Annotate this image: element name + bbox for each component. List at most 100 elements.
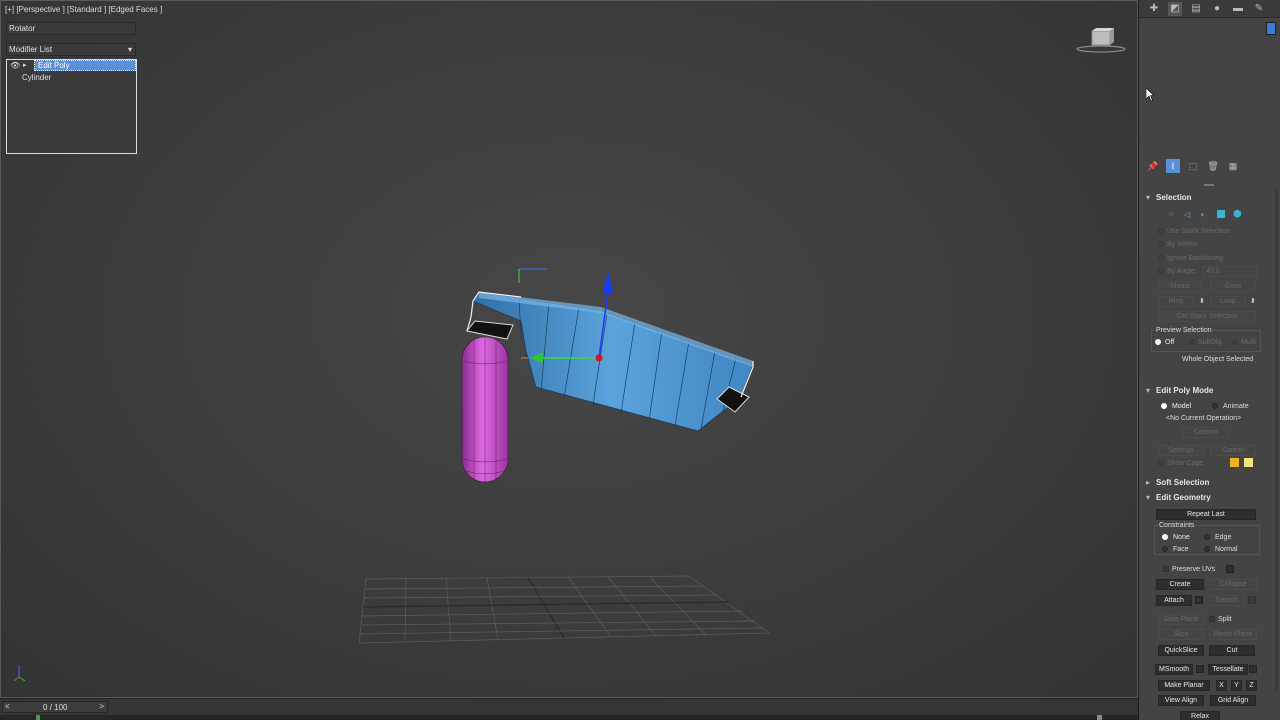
ring-button[interactable]: Ring xyxy=(1158,296,1194,307)
ring-spinner[interactable]: ⬍ xyxy=(1199,297,1205,306)
current-frame-marker[interactable] xyxy=(36,715,40,720)
constraint-face-label: Face xyxy=(1173,546,1189,553)
collapse-button[interactable]: Collapse xyxy=(1209,579,1257,590)
quickslice-button[interactable]: QuickSlice xyxy=(1158,645,1204,656)
attach-list-button[interactable] xyxy=(1195,596,1203,604)
prev-frame-button[interactable]: < xyxy=(5,702,10,711)
pin-stack-icon[interactable]: 📌 xyxy=(1146,159,1160,173)
by-angle-checkbox[interactable] xyxy=(1158,268,1164,274)
modifier-list-dropdown[interactable]: Modifier List ▾ xyxy=(6,43,136,56)
next-frame-button[interactable]: > xyxy=(99,702,104,711)
panel-divider xyxy=(1204,184,1214,186)
object-name-field[interactable]: Rotator xyxy=(6,22,136,35)
attach-button[interactable]: Attach xyxy=(1156,595,1192,606)
soft-selection-rollout-header[interactable]: ▸ Soft Selection xyxy=(1146,477,1278,489)
planar-z-button[interactable]: Z xyxy=(1246,680,1257,691)
model-radio[interactable] xyxy=(1161,403,1167,409)
view-align-button[interactable]: View Align xyxy=(1158,695,1204,706)
create-button[interactable]: Create xyxy=(1156,579,1204,590)
msmooth-settings-button[interactable] xyxy=(1196,665,1204,673)
constraint-none-radio[interactable] xyxy=(1162,534,1168,540)
detach-settings-button[interactable] xyxy=(1248,596,1256,604)
preserve-uvs-checkbox[interactable] xyxy=(1163,566,1169,572)
modifier-stack[interactable]: 👁 ▸ Edit Poly Cylinder xyxy=(6,59,137,154)
loop-spinner[interactable]: ⬍ xyxy=(1250,297,1256,306)
tessellate-button[interactable]: Tessellate xyxy=(1208,664,1248,675)
element-icon[interactable]: ⬢ xyxy=(1233,209,1242,220)
make-unique-icon[interactable]: ⬚ xyxy=(1186,159,1200,173)
stack-item-cylinder[interactable]: Cylinder xyxy=(7,72,136,84)
motion-icon[interactable]: ● xyxy=(1210,2,1224,16)
shrink-button[interactable]: Shrink xyxy=(1158,281,1202,292)
relax-button[interactable]: Relax xyxy=(1180,711,1220,720)
border-icon[interactable]: ◗ xyxy=(1200,210,1208,219)
edit-poly-mode-rollout-header[interactable]: ▾ Edit Poly Mode xyxy=(1146,385,1278,397)
eye-icon[interactable]: 👁 xyxy=(10,60,20,72)
get-stack-selection-button[interactable]: Get Stack Selection xyxy=(1158,311,1256,322)
timeline-bar: < 0 / 100 > xyxy=(0,698,1138,720)
ignore-backfacing-checkbox[interactable] xyxy=(1158,255,1164,261)
selection-rollout-header[interactable]: ▾ Selection xyxy=(1146,192,1278,204)
perspective-viewport[interactable]: [+] [Perspective ] [Standard ] [Edged Fa… xyxy=(0,0,1138,698)
by-vertex-checkbox[interactable] xyxy=(1158,241,1164,247)
rollout-title: Selection xyxy=(1156,193,1192,202)
vertex-icon[interactable]: ⁘ xyxy=(1168,210,1176,219)
panel-scrollbar[interactable] xyxy=(1275,190,1278,690)
cage-selected-color-swatch[interactable] xyxy=(1244,458,1253,467)
edit-geometry-rollout-header[interactable]: ▾ Edit Geometry xyxy=(1146,492,1278,504)
time-slider[interactable]: < 0 / 100 > xyxy=(2,701,108,713)
detach-button[interactable]: Detach xyxy=(1209,595,1245,606)
home-grid xyxy=(358,575,771,644)
cut-button[interactable]: Cut xyxy=(1209,645,1255,656)
configure-sets-icon[interactable]: ▦ xyxy=(1226,159,1240,173)
show-end-result-icon[interactable]: Ⅰ xyxy=(1166,159,1180,173)
repeat-last-button[interactable]: Repeat Last xyxy=(1156,509,1256,520)
remove-modifier-icon[interactable]: 🗑 xyxy=(1206,159,1220,173)
display-icon[interactable]: ▬ xyxy=(1231,2,1245,16)
split-checkbox[interactable] xyxy=(1209,616,1215,622)
animate-radio[interactable] xyxy=(1212,403,1218,409)
msmooth-button[interactable]: MSmooth xyxy=(1155,664,1193,675)
polygon-icon[interactable] xyxy=(1217,210,1225,218)
cage-color-swatch[interactable] xyxy=(1230,458,1239,467)
modifier-list-label: Modifier List xyxy=(9,45,53,54)
create-icon[interactable]: ✚ xyxy=(1147,2,1161,16)
grid-align-button[interactable]: Grid Align xyxy=(1210,695,1256,706)
time-track[interactable] xyxy=(0,715,1138,720)
use-stack-checkbox[interactable] xyxy=(1158,228,1164,234)
planar-x-button[interactable]: X xyxy=(1216,680,1227,691)
constraint-face-radio[interactable] xyxy=(1162,546,1168,552)
stack-item-edit-poly[interactable]: 👁 ▸ Edit Poly xyxy=(7,60,136,72)
commit-button[interactable]: Commit xyxy=(1182,427,1230,438)
settings-button[interactable]: Settings xyxy=(1158,445,1204,456)
cancel-button[interactable]: Cancel xyxy=(1210,445,1256,456)
preview-off-radio[interactable] xyxy=(1155,339,1161,345)
expand-icon: ▸ xyxy=(1146,478,1151,487)
preview-subobj-radio[interactable] xyxy=(1189,339,1195,345)
hierarchy-icon[interactable]: ▤ xyxy=(1189,2,1203,16)
slice-plane-button[interactable]: Slice Plane xyxy=(1158,614,1204,625)
edge-icon[interactable]: ◁ xyxy=(1184,210,1192,219)
object-color-swatch[interactable] xyxy=(1266,22,1276,35)
loop-button[interactable]: Loop xyxy=(1210,296,1246,307)
mouse-cursor-icon xyxy=(1146,88,1154,102)
collapse-icon: ▾ xyxy=(1146,493,1151,502)
constraint-edge-radio[interactable] xyxy=(1204,534,1210,540)
reset-plane-button[interactable]: Reset Plane xyxy=(1209,629,1257,640)
modify-icon[interactable]: ◩ xyxy=(1168,1,1182,16)
expand-arrow-icon[interactable]: ▸ xyxy=(23,60,27,72)
planar-y-button[interactable]: Y xyxy=(1231,680,1242,691)
tessellate-settings-button[interactable] xyxy=(1249,665,1257,673)
constraint-normal-label: Normal xyxy=(1215,546,1238,553)
constraint-normal-radio[interactable] xyxy=(1204,546,1210,552)
preserve-uvs-settings-button[interactable] xyxy=(1226,565,1234,573)
make-planar-button[interactable]: Make Planar xyxy=(1158,680,1210,691)
slice-button[interactable]: Slice xyxy=(1158,629,1204,640)
stack-item-label: Edit Poly xyxy=(34,60,136,71)
utilities-icon[interactable]: ✎ xyxy=(1252,2,1266,16)
collapse-icon: ▾ xyxy=(1146,386,1151,395)
grow-button[interactable]: Grow xyxy=(1210,281,1256,292)
show-cage-checkbox[interactable] xyxy=(1158,460,1164,466)
by-angle-spinner[interactable]: 45.0 xyxy=(1203,266,1257,277)
preview-multi-radio[interactable] xyxy=(1232,339,1238,345)
